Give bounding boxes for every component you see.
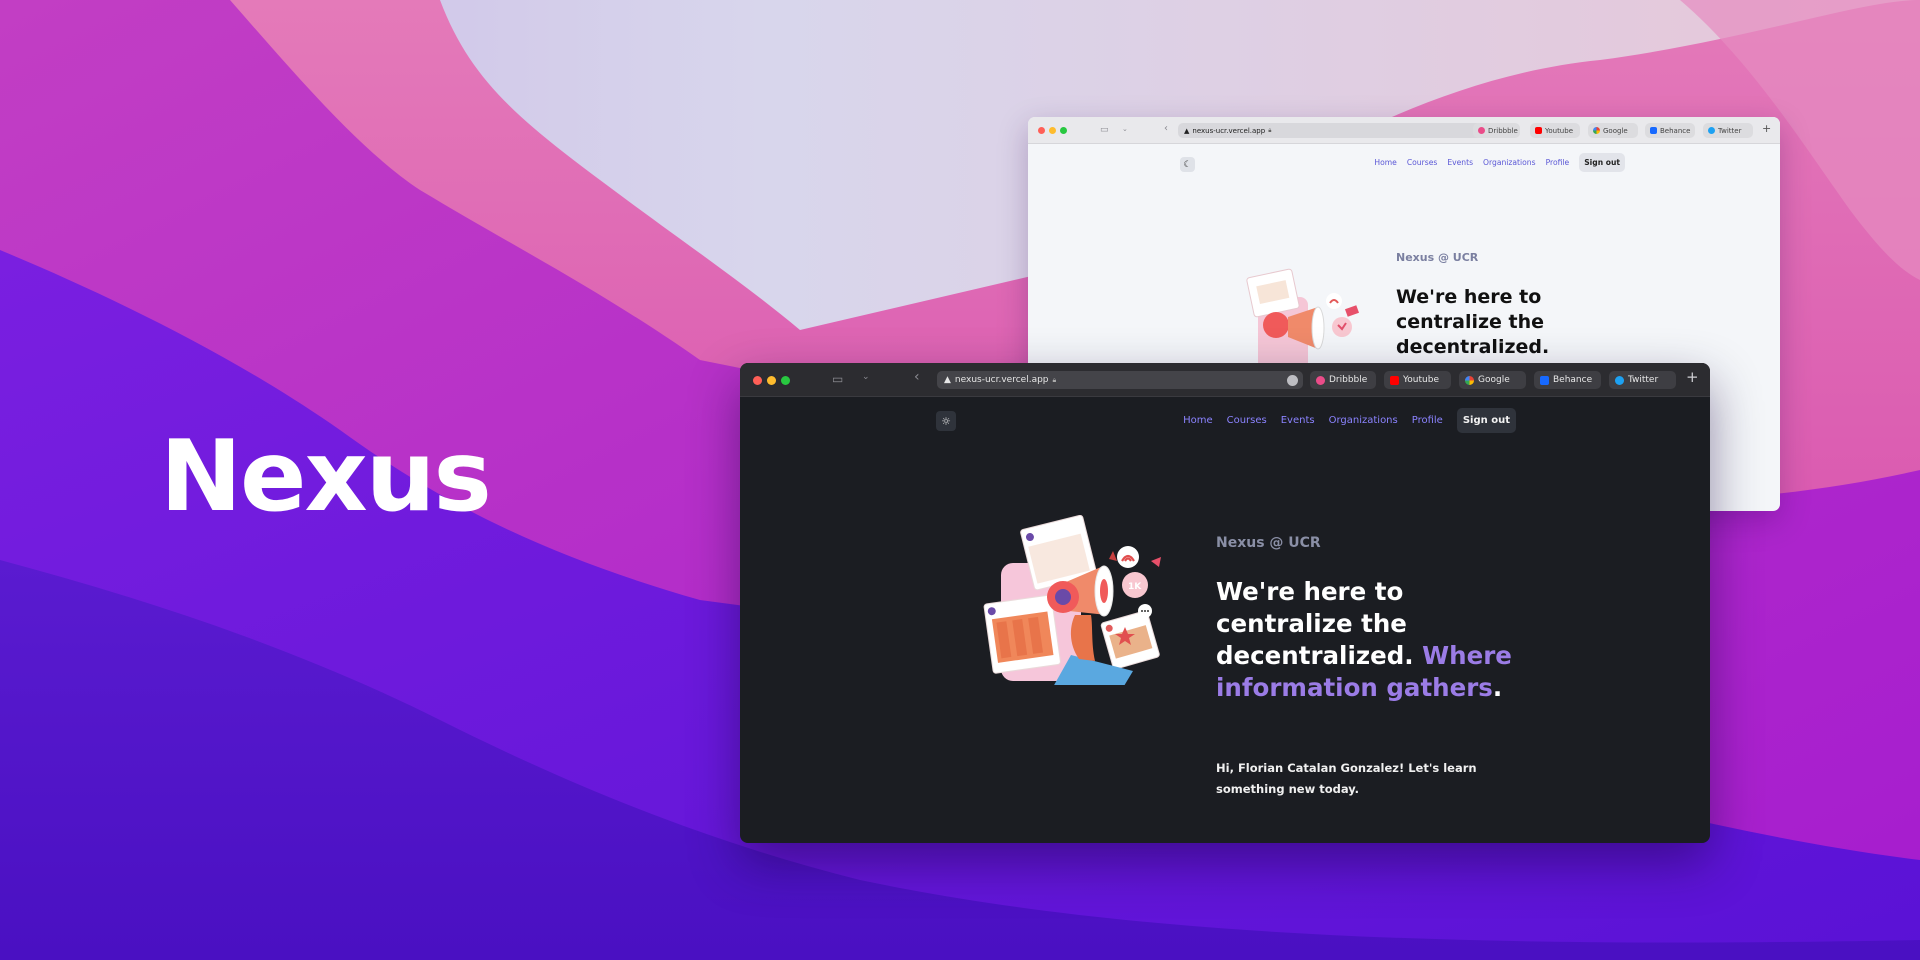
tab-twitter[interactable]: Twitter [1703,123,1753,138]
twitter-icon [1615,375,1624,385]
google-icon [1465,375,1474,385]
lock-icon: 🔒︎ [1268,126,1272,134]
nav-courses[interactable]: Courses [1227,415,1267,426]
hero-heading-plain: We're here to centralize the decentraliz… [1216,577,1414,670]
tab-twitter[interactable]: Twitter [1609,371,1676,389]
tab-label: Dribbble [1488,126,1518,135]
tab-dribbble[interactable]: Dribbble [1473,123,1520,138]
back-arrow-icon[interactable]: ‹ [914,369,920,385]
nav-home[interactable]: Home [1374,158,1396,167]
tab-google[interactable]: Google [1588,123,1638,138]
window-controls [1038,127,1071,134]
behance-icon [1650,127,1657,134]
nav-profile[interactable]: Profile [1546,158,1570,167]
tab-behance[interactable]: Behance [1645,123,1695,138]
behance-icon [1540,375,1549,385]
vercel-logo-icon: ▲ [1184,126,1190,135]
nav-home[interactable]: Home [1183,415,1213,426]
minimize-button[interactable] [1049,127,1056,134]
tab-label: Behance [1660,126,1691,135]
lock-icon: 🔒︎ [1052,375,1057,384]
hero-heading: We're here to centralize the decentraliz… [1216,576,1516,704]
zoom-button[interactable] [1060,127,1067,134]
tab-label: Google [1478,375,1510,385]
window-controls [753,376,795,385]
megaphone-illustration: 1K [983,515,1161,685]
dribbble-icon [1478,127,1485,134]
sidebar-toggle-icon[interactable]: ▭ [1100,125,1109,135]
reader-icon[interactable] [1287,375,1298,386]
close-button[interactable] [753,376,762,385]
tab-label: Google [1603,126,1628,135]
theme-toggle-button[interactable]: ☾ [1180,157,1195,172]
address-bar[interactable]: ▲ nexus-ucr.vercel.app 🔒︎ [937,371,1303,389]
tab-label: Twitter [1718,126,1742,135]
hero-heading-period: . [1492,673,1503,702]
nav-profile[interactable]: Profile [1412,415,1443,426]
back-arrow-icon[interactable]: ‹ [1164,123,1168,134]
nav-courses[interactable]: Courses [1407,158,1437,167]
vercel-logo-icon: ▲ [944,375,951,385]
sign-out-button[interactable]: Sign out [1579,153,1625,172]
tab-google[interactable]: Google [1459,371,1526,389]
browser-window-dark[interactable]: ▭ ⌄ ‹ ▲ nexus-ucr.vercel.app 🔒︎ Dribbble… [740,363,1710,843]
eyebrow-text: Nexus @ UCR [1216,535,1321,551]
youtube-icon [1535,127,1542,134]
hero-title: Nexus [160,420,492,534]
url-text: nexus-ucr.vercel.app [1192,126,1266,135]
sun-icon: ☼ [941,414,951,428]
zoom-button[interactable] [781,376,790,385]
site-nav: Home Courses Events Organizations Profil… [1364,153,1625,172]
tab-label: Behance [1553,375,1593,385]
dribbble-icon [1316,375,1325,385]
moon-icon: ☾ [1183,159,1192,170]
tab-label: Twitter [1628,375,1659,385]
nav-organizations[interactable]: Organizations [1483,158,1536,167]
tab-label: Youtube [1545,126,1573,135]
address-bar[interactable]: ▲ nexus-ucr.vercel.app 🔒︎ [1178,123,1494,138]
new-tab-icon[interactable]: + [1686,368,1699,386]
nav-events[interactable]: Events [1281,415,1315,426]
tab-youtube[interactable]: Youtube [1530,123,1580,138]
new-tab-icon[interactable]: + [1762,122,1771,135]
twitter-icon [1708,127,1715,134]
tab-behance[interactable]: Behance [1534,371,1601,389]
nav-events[interactable]: Events [1447,158,1473,167]
svg-text:1K: 1K [1128,582,1142,592]
url-text: nexus-ucr.vercel.app [954,375,1049,385]
chevron-down-icon[interactable]: ⌄ [1122,125,1128,133]
theme-toggle-button[interactable]: ☼ [936,411,956,431]
tab-dribbble[interactable]: Dribbble [1310,371,1376,389]
close-button[interactable] [1038,127,1045,134]
sign-out-button[interactable]: Sign out [1456,408,1516,433]
browser-toolbar: ▭ ⌄ ‹ ▲ nexus-ucr.vercel.app 🔒︎ Dribbble… [1028,117,1780,144]
greeting-text: Hi, Florian Catalan Gonzalez! Let's lear… [1216,761,1477,796]
nav-organizations[interactable]: Organizations [1329,415,1398,426]
sidebar-toggle-icon[interactable]: ▭ [832,372,843,386]
minimize-button[interactable] [767,376,776,385]
site-nav: Home Courses Events Organizations Profil… [1169,408,1516,433]
youtube-icon [1390,375,1399,385]
tab-label: Youtube [1403,375,1439,385]
google-icon [1593,127,1600,134]
eyebrow-text: Nexus @ UCR [1396,251,1479,264]
tab-label: Dribbble [1329,375,1368,385]
tab-youtube[interactable]: Youtube [1384,371,1451,389]
chevron-down-icon[interactable]: ⌄ [862,372,870,382]
hero-heading: We're here to centralize the decentraliz… [1396,286,1550,358]
browser-toolbar: ▭ ⌄ ‹ ▲ nexus-ucr.vercel.app 🔒︎ Dribbble… [740,363,1710,397]
